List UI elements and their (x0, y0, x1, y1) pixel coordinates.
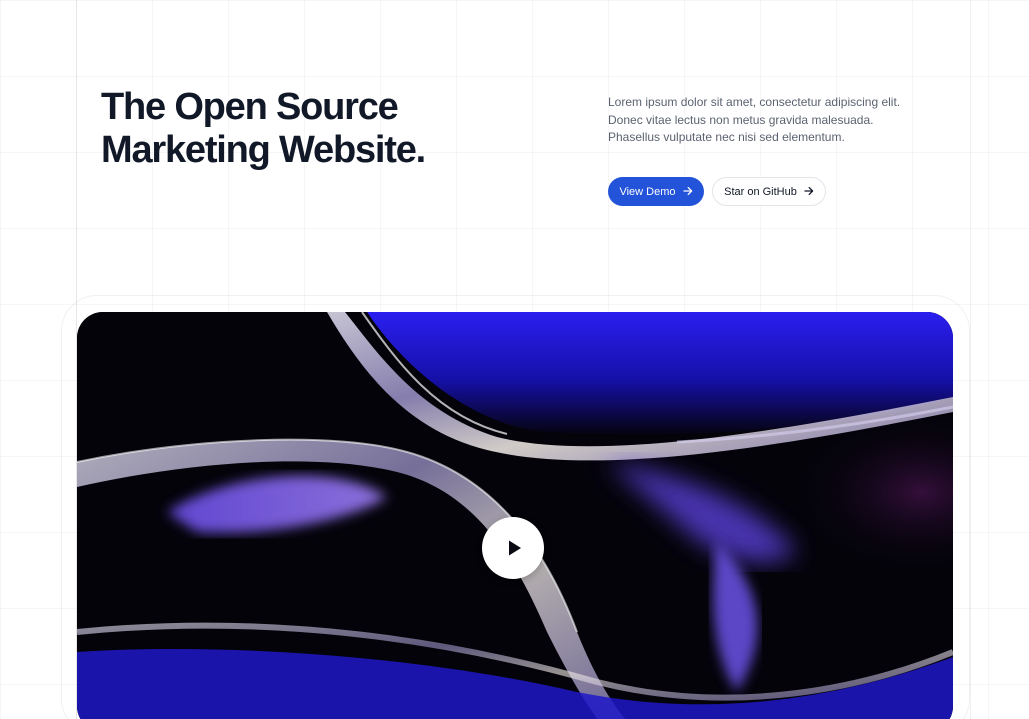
hero-media-image[interactable] (77, 312, 953, 719)
hero-description-line-2: Donec vitae lectus non metus gravida mal… (608, 112, 874, 127)
hero-description-line-1: Lorem ipsum dolor sit amet, consectetur … (608, 95, 901, 109)
star-on-github-button[interactable]: Star on GitHub (712, 177, 826, 206)
play-icon (508, 540, 521, 556)
arrow-right-icon (804, 186, 814, 198)
hero-title-line-1: The Open Source (101, 86, 399, 128)
view-demo-button[interactable]: View Demo (608, 177, 704, 206)
hero-title-line-2: Marketing Website. (101, 129, 426, 171)
frame-guide-right (970, 0, 971, 719)
arrow-right-icon (682, 186, 693, 198)
hero-description-line-3: Phasellus vulputate nec nisi sed element… (608, 130, 845, 144)
page: The Open Source Marketing Website. Lorem… (0, 0, 1029, 719)
view-demo-label: View Demo (619, 185, 676, 198)
hero-title: The Open Source Marketing Website. (101, 86, 521, 172)
abstract-glass-waves-image (77, 312, 953, 719)
star-on-github-label: Star on GitHub (724, 185, 797, 198)
hero-description: Lorem ipsum dolor sit amet, consectetur … (608, 94, 938, 147)
play-button[interactable] (482, 517, 544, 579)
